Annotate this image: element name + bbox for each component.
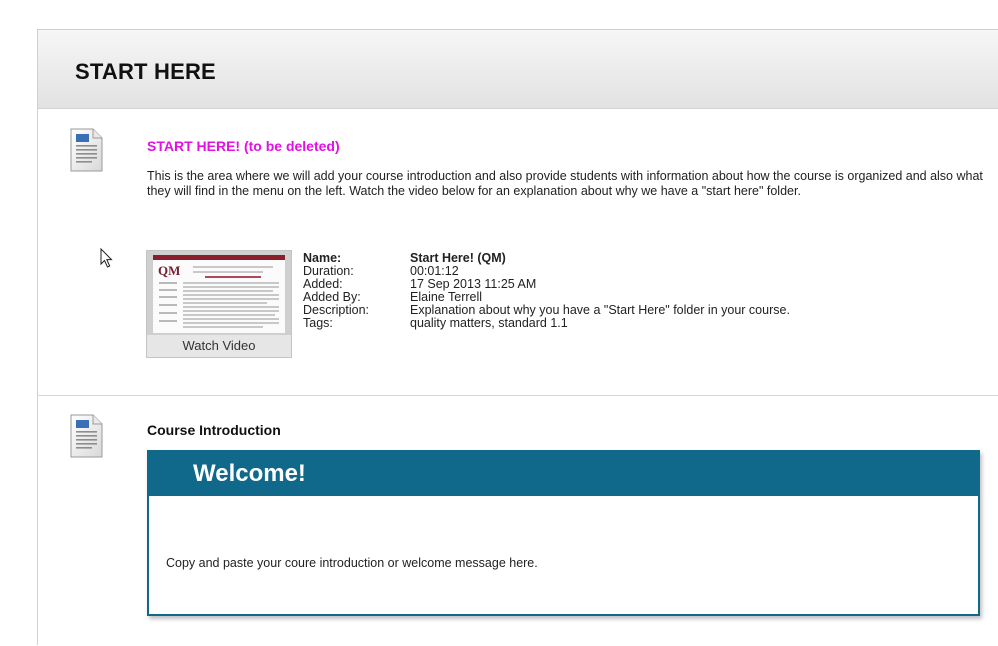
meta-key: Tags: bbox=[303, 315, 333, 330]
qm-logo: QM bbox=[158, 263, 181, 278]
content-frame: START HERE START HERE! (to be deleted) T… bbox=[37, 29, 998, 645]
meta-key: Name: bbox=[303, 251, 342, 265]
welcome-heading: Welcome! bbox=[193, 460, 306, 487]
welcome-header: Welcome! bbox=[149, 452, 978, 496]
mouse-cursor-icon bbox=[100, 248, 113, 268]
meta-value: 00:01:12 bbox=[410, 263, 459, 278]
meta-key: Description: bbox=[303, 302, 369, 317]
meta-row-added: Added: 17 Sep 2013 11:25 AM bbox=[303, 276, 790, 291]
page-title: START HERE bbox=[75, 59, 216, 84]
video-thumbnail-image: QM bbox=[153, 255, 285, 333]
meta-value: Start Here! (QM) bbox=[410, 251, 506, 265]
item-description: This is the area where we will add your … bbox=[147, 169, 983, 198]
meta-value: 17 Sep 2013 11:25 AM bbox=[410, 276, 537, 291]
meta-key: Duration: bbox=[303, 263, 354, 278]
meta-row-tags: Tags: quality matters, standard 1.1 bbox=[303, 315, 790, 330]
meta-value: Explanation about why you have a "Start … bbox=[410, 302, 790, 317]
welcome-message: Copy and paste your coure introduction o… bbox=[166, 556, 538, 570]
meta-row-name: Name: Start Here! (QM) bbox=[303, 252, 790, 265]
meta-row-description: Description: Explanation about why you h… bbox=[303, 302, 790, 317]
meta-row-added-by: Added By: Elaine Terrell bbox=[303, 289, 790, 304]
document-icon bbox=[70, 414, 103, 458]
meta-row-duration: Duration: 00:01:12 bbox=[303, 265, 790, 278]
item-title-course-introduction: Course Introduction bbox=[147, 422, 281, 438]
meta-key: Added By: bbox=[303, 289, 361, 304]
item-title-start-here[interactable]: START HERE! (to be deleted) bbox=[147, 138, 340, 154]
document-icon bbox=[70, 128, 103, 172]
watch-video-button[interactable]: Watch Video bbox=[147, 334, 291, 357]
meta-key: Added: bbox=[303, 276, 343, 291]
video-thumbnail[interactable]: QM Watch Video bbox=[146, 250, 292, 358]
content-item-course-introduction: Course Introduction Welcome! Copy and pa… bbox=[38, 396, 998, 646]
video-metadata: Name: Start Here! (QM) Duration: 00:01:1… bbox=[303, 252, 790, 329]
meta-value: Elaine Terrell bbox=[410, 289, 483, 304]
content-item-start-here: START HERE! (to be deleted) This is the … bbox=[38, 109, 998, 396]
welcome-panel: Welcome! Copy and paste your coure intro… bbox=[147, 450, 980, 616]
meta-value: quality matters, standard 1.1 bbox=[410, 315, 568, 330]
page-header: START HERE bbox=[38, 30, 998, 109]
